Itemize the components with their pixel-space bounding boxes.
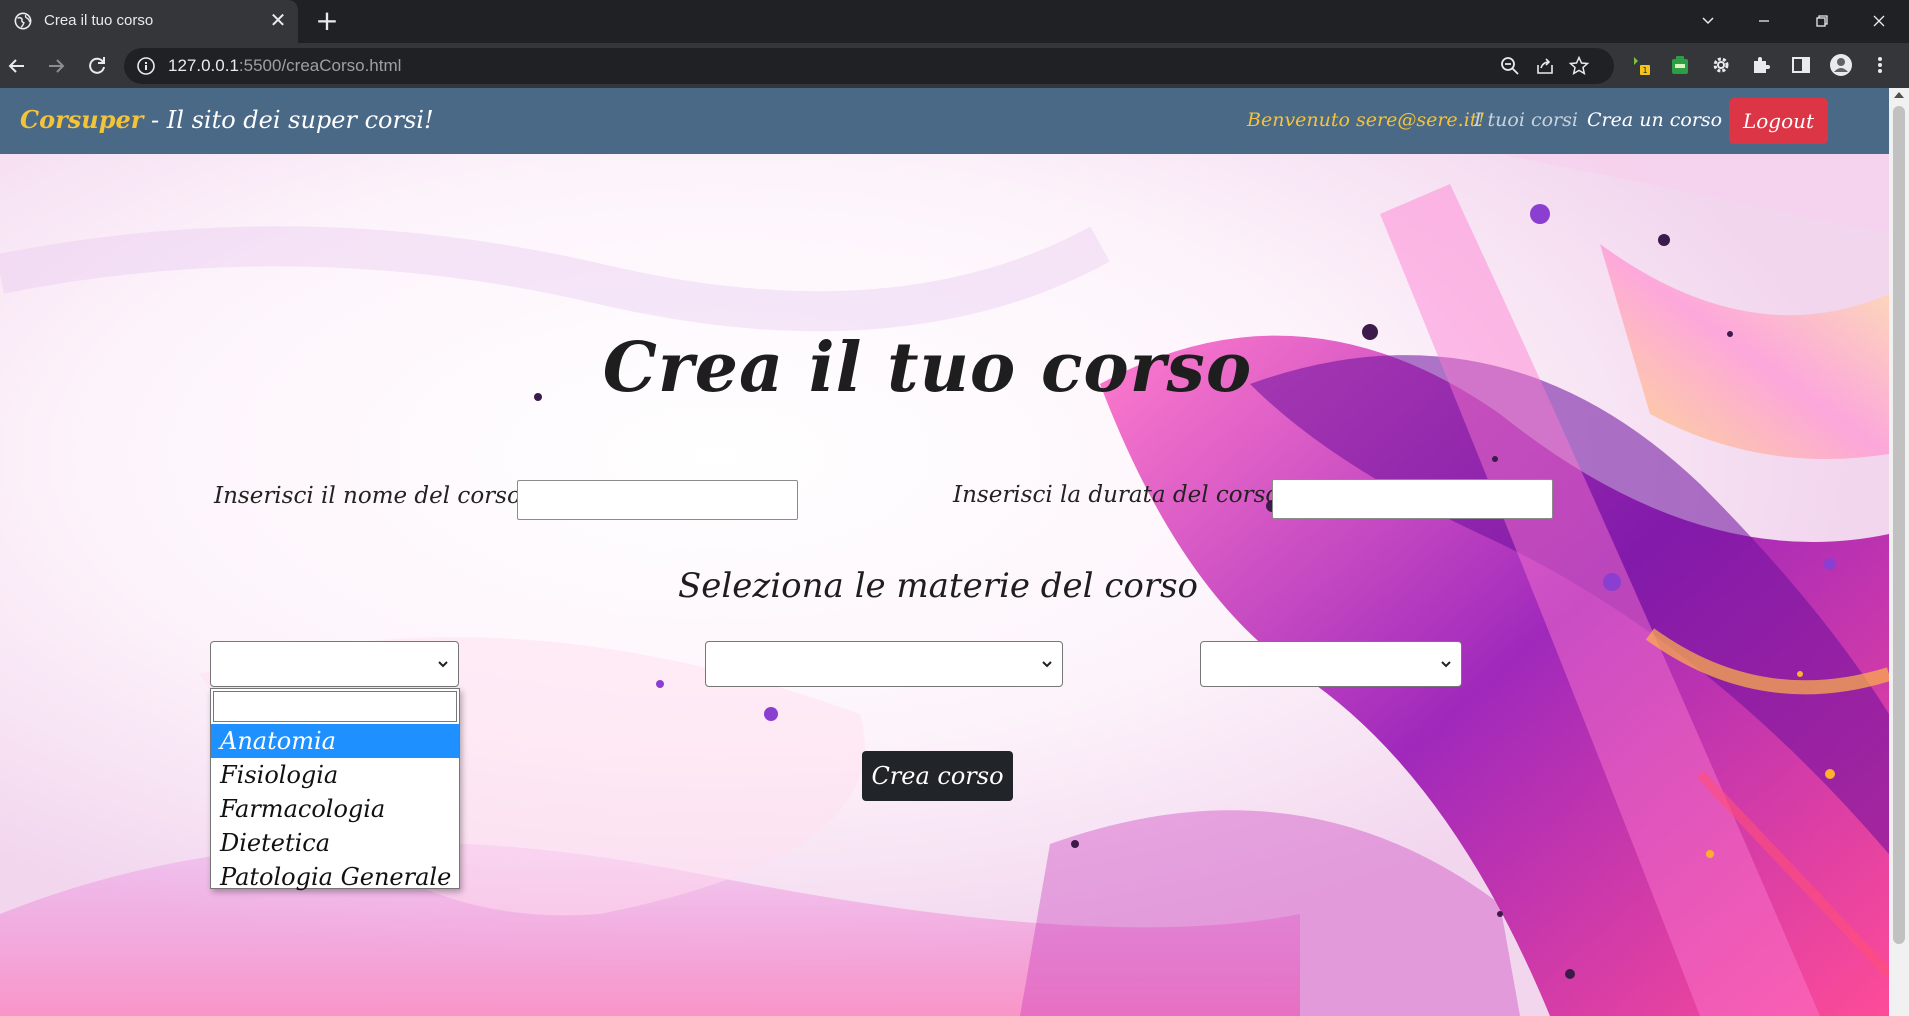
sidepanel-icon[interactable] <box>1789 53 1813 77</box>
minimize-icon[interactable] <box>1749 6 1779 36</box>
site-navbar: Corsuper - Il sito dei super corsi! Benv… <box>0 88 1889 154</box>
url-path: :5500/creaCorso.html <box>238 56 402 75</box>
scroll-up-icon[interactable] <box>1894 92 1904 98</box>
subject-dropdown-list: Anatomia Fisiologia Farmacologia Dieteti… <box>210 688 460 891</box>
welcome-text: Benvenuto sere@sere.it! <box>1247 109 1486 131</box>
share-icon[interactable] <box>1534 55 1556 77</box>
zoom-icon[interactable] <box>1499 55 1521 77</box>
gear-icon[interactable] <box>1709 53 1733 77</box>
puzzle-icon[interactable] <box>1749 53 1773 77</box>
browser-tab[interactable]: Crea il tuo corso ✕ <box>0 0 298 43</box>
page-scrollbar[interactable] <box>1889 88 1909 1016</box>
close-icon[interactable]: ✕ <box>268 10 288 30</box>
page-title: Crea il tuo corso <box>602 328 1253 408</box>
window-close-icon[interactable] <box>1864 6 1894 36</box>
brand-tagline: - Il sito dei super corsi! <box>143 106 434 134</box>
chevron-down-icon <box>438 661 448 668</box>
create-course-button[interactable]: Crea corso <box>862 751 1013 801</box>
plus-icon[interactable]: + <box>314 7 340 35</box>
svg-text:1: 1 <box>1642 66 1647 75</box>
logout-button[interactable]: Logout <box>1729 98 1828 144</box>
dropdown-option[interactable] <box>213 691 457 722</box>
url-text: 127.0.0.1:5500/creaCorso.html <box>168 56 401 76</box>
globe-icon <box>14 12 32 30</box>
subject-select-3[interactable] <box>1200 641 1462 687</box>
star-icon[interactable] <box>1568 55 1590 77</box>
dropdown-option[interactable]: Fisiologia <box>211 758 459 792</box>
dropdown-option[interactable]: Patologia Generale <box>211 860 459 894</box>
reload-icon[interactable] <box>82 51 112 81</box>
brand-name: Corsuper <box>20 105 144 134</box>
extension-icon[interactable] <box>1668 53 1692 77</box>
extension-icon[interactable]: 1 <box>1628 53 1652 77</box>
subject-select-1[interactable] <box>210 641 459 687</box>
course-name-label: Inserisci il nome del corso <box>214 483 521 509</box>
restore-icon[interactable] <box>1807 6 1837 36</box>
course-name-input[interactable] <box>517 480 798 520</box>
chevron-down-icon <box>1042 661 1052 668</box>
dropdown-option[interactable]: Farmacologia <box>211 792 459 826</box>
chevron-down-icon <box>1441 661 1451 668</box>
dropdown-option[interactable]: Anatomia <box>211 724 459 758</box>
subject-select-2[interactable] <box>705 641 1063 687</box>
nav-link-create-course[interactable]: Crea un corso <box>1587 109 1722 131</box>
chevron-down-icon[interactable] <box>1693 6 1723 36</box>
forward-icon[interactable] <box>41 51 71 81</box>
menu-icon[interactable] <box>1868 53 1892 77</box>
scrollbar-thumb[interactable] <box>1893 106 1905 944</box>
course-duration-input[interactable] <box>1272 479 1553 519</box>
tab-title: Crea il tuo corso <box>44 12 154 29</box>
url-host: 127.0.0.1 <box>168 56 239 75</box>
profile-icon[interactable] <box>1829 53 1853 77</box>
info-icon[interactable] <box>136 56 156 76</box>
nav-link-my-courses[interactable]: I tuoi corsi <box>1474 109 1578 131</box>
browser-toolbar: 127.0.0.1:5500/creaCorso.html 1 <box>0 43 1909 88</box>
site-brand[interactable]: Corsuper - Il sito dei super corsi! <box>20 105 434 134</box>
address-bar[interactable]: 127.0.0.1:5500/creaCorso.html <box>124 48 1614 84</box>
back-icon[interactable] <box>2 51 32 81</box>
subjects-heading: Seleziona le materie del corso <box>677 566 1199 606</box>
browser-tab-strip: Crea il tuo corso ✕ + <box>0 0 1909 43</box>
dropdown-option[interactable]: Dietetica <box>211 826 459 860</box>
course-duration-label: Inserisci la durata del corso <box>953 482 1280 508</box>
page-viewport: Corsuper - Il sito dei super corsi! Benv… <box>0 88 1889 1016</box>
